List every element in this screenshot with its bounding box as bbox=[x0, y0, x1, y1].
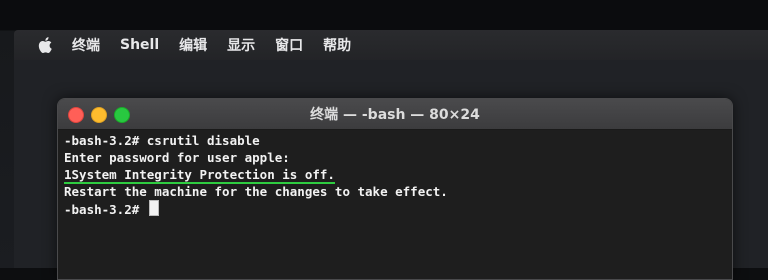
menu-help[interactable]: 帮助 bbox=[323, 35, 351, 55]
window-title: 终端 — -bash — 80×24 bbox=[310, 107, 480, 123]
terminal-content[interactable]: -bash-3.2# csrutil disable Enter passwor… bbox=[58, 130, 732, 279]
terminal-line-sip-status: 1System Integrity Protection is off. bbox=[64, 166, 726, 184]
terminal-line-command: -bash-3.2# csrutil disable bbox=[64, 133, 260, 148]
terminal-line-prompt: -bash-3.2# bbox=[64, 200, 726, 217]
sip-status-highlight: 1System Integrity Protection is off. bbox=[64, 167, 335, 184]
close-button[interactable] bbox=[68, 107, 84, 123]
menu-view[interactable]: 显示 bbox=[227, 35, 255, 55]
window-titlebar[interactable]: 终端 — -bash — 80×24 bbox=[58, 99, 732, 130]
menu-bar: 终端 Shell 编辑 显示 窗口 帮助 bbox=[14, 30, 768, 60]
text-cursor bbox=[148, 200, 159, 216]
menu-terminal[interactable]: 终端 bbox=[72, 35, 100, 55]
apple-logo-icon[interactable] bbox=[36, 36, 54, 54]
menu-shell[interactable]: Shell bbox=[120, 37, 159, 53]
terminal-window: 终端 — -bash — 80×24 -bash-3.2# csrutil di… bbox=[57, 98, 733, 280]
prompt-text: -bash-3.2# bbox=[64, 202, 147, 217]
menu-window[interactable]: 窗口 bbox=[275, 35, 303, 55]
minimize-button[interactable] bbox=[91, 107, 107, 123]
menu-edit[interactable]: 编辑 bbox=[179, 35, 207, 55]
maximize-button[interactable] bbox=[114, 107, 130, 123]
terminal-line-password-prompt: Enter password for user apple: bbox=[64, 150, 290, 165]
traffic-lights bbox=[68, 107, 130, 123]
terminal-line-restart-notice: Restart the machine for the changes to t… bbox=[64, 184, 448, 199]
